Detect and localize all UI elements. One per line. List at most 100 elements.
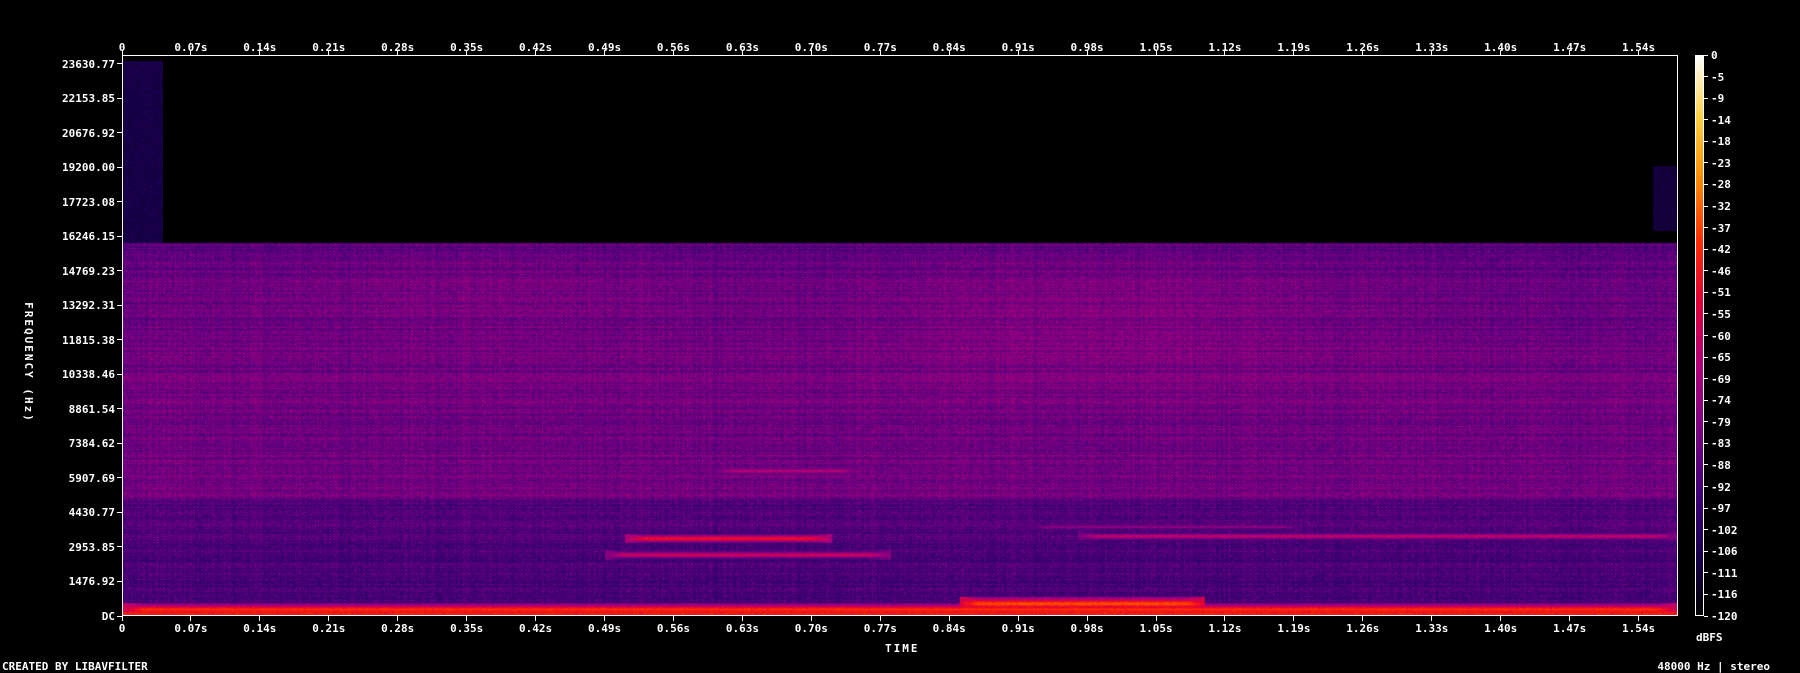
y-tick-label: 14769.23 [62, 264, 115, 278]
x-tick-label-bottom: 0.28s [381, 622, 415, 635]
y-tick-mark [117, 477, 122, 479]
colorbar-tick-label: -28 [1711, 178, 1731, 192]
x-tick-label-top: 1.33s [1415, 41, 1449, 54]
colorbar-title: dBFS [1696, 631, 1723, 644]
x-tick-label-top: 0.77s [863, 41, 897, 54]
colorbar-tick-label: -32 [1711, 200, 1731, 214]
colorbar-tick-label: -83 [1711, 437, 1731, 451]
x-tick-mark-bottom [121, 616, 123, 621]
spectrogram-plot [122, 55, 1678, 616]
colorbar-tick-label: -60 [1711, 329, 1731, 343]
colorbar-tick-mark [1704, 378, 1708, 380]
y-tick-label: 17723.08 [62, 195, 115, 209]
y-tick-mark [117, 304, 122, 306]
x-tick-label-bottom: 1.33s [1415, 622, 1449, 635]
colorbar-tick-mark [1704, 399, 1708, 401]
colorbar-tick-mark [1704, 421, 1708, 423]
colorbar-tick-mark [1704, 593, 1708, 595]
colorbar-tick-label: -14 [1711, 113, 1731, 127]
x-tick-label-bottom: 0.56s [656, 622, 691, 635]
x-tick-mark-bottom [1362, 616, 1364, 621]
y-tick-mark [117, 201, 122, 203]
y-tick-mark [117, 373, 122, 375]
x-tick-mark-bottom [741, 616, 743, 621]
y-tick-label: DC [101, 610, 115, 623]
y-axis-title: FREQUENCY (Hz) [21, 302, 35, 423]
colorbar-tick-label: -37 [1711, 221, 1731, 235]
x-tick-mark-bottom [672, 616, 674, 621]
colorbar-tick-mark [1704, 162, 1708, 164]
y-tick-mark [117, 166, 122, 168]
spectrogram-heatmap [123, 56, 1677, 615]
y-tick-mark [117, 132, 122, 134]
colorbar-tick-mark [1704, 529, 1708, 531]
colorbar-tick-mark [1704, 615, 1708, 617]
x-tick-mark-bottom [1017, 616, 1019, 621]
colorbar-tick-label: -111 [1711, 566, 1738, 580]
x-tick-label-top: 0.07s [174, 41, 208, 54]
x-tick-label-bottom: 0.07s [174, 622, 208, 635]
x-tick-mark-bottom [1500, 616, 1502, 621]
footer-credit: CREATED BY LIBAVFILTER [2, 660, 148, 673]
x-tick-mark-bottom [1293, 616, 1295, 621]
x-tick-label-top: 0.98s [1070, 41, 1104, 54]
x-tick-label-top: 0.56s [656, 41, 691, 54]
colorbar-tick-mark [1704, 486, 1708, 488]
x-tick-label-top: 0.21s [312, 41, 346, 54]
y-tick-mark [117, 97, 122, 99]
y-tick-mark [117, 270, 122, 272]
colorbar-tick-label: -65 [1711, 351, 1731, 365]
x-tick-label-bottom: 0.42s [519, 622, 553, 635]
y-tick-label: 23630.77 [62, 57, 115, 71]
x-tick-label-bottom: 0.14s [243, 622, 277, 635]
x-tick-label-bottom: 1.19s [1277, 622, 1311, 635]
y-tick-label: 2953.85 [68, 540, 115, 554]
colorbar-tick-label: 0 [1711, 49, 1718, 62]
x-tick-label-bottom: 1.05s [1139, 622, 1173, 635]
colorbar-tick-mark [1704, 356, 1708, 358]
x-tick-mark-bottom [1569, 616, 1571, 621]
y-tick-mark [117, 546, 122, 548]
x-tick-label-bottom: 1.40s [1484, 622, 1518, 635]
colorbar-tick-label: -79 [1711, 415, 1731, 429]
x-tick-label-top: 1.19s [1277, 41, 1311, 54]
colorbar-tick-label: -69 [1711, 372, 1731, 386]
x-tick-label-top: 1.54s [1622, 41, 1656, 54]
x-tick-label-top: 1.12s [1208, 41, 1242, 54]
colorbar-tick-mark [1704, 248, 1708, 250]
y-tick-mark [117, 235, 122, 237]
y-tick-label: 16246.15 [62, 230, 115, 244]
colorbar-tick-mark [1704, 291, 1708, 293]
x-tick-label-bottom: 0.84s [932, 622, 966, 635]
colorbar-tick-label: -23 [1711, 156, 1731, 170]
colorbar-tick-mark [1704, 507, 1708, 509]
x-tick-label-top: 0.42s [519, 41, 553, 54]
x-tick-mark-bottom [1431, 616, 1433, 621]
colorbar-tick-label: -92 [1711, 480, 1731, 494]
x-tick-label-top: 0.28s [381, 41, 415, 54]
colorbar-tick-mark [1704, 119, 1708, 121]
y-tick-label: 20676.92 [62, 126, 115, 140]
y-tick-label: 1476.92 [68, 575, 115, 589]
colorbar-tick-mark [1704, 270, 1708, 272]
colorbar-tick-label: -102 [1711, 523, 1738, 537]
x-tick-mark-bottom [397, 616, 399, 621]
colorbar-tick-label: -97 [1711, 502, 1731, 516]
x-tick-mark-bottom [1155, 616, 1157, 621]
x-tick-mark-bottom [879, 616, 881, 621]
x-tick-mark-bottom [466, 616, 468, 621]
colorbar-tick-label: -42 [1711, 243, 1731, 257]
colorbar [1695, 55, 1704, 616]
x-tick-mark-bottom [535, 616, 537, 621]
colorbar-tick-mark [1704, 227, 1708, 229]
colorbar-tick-mark [1704, 313, 1708, 315]
colorbar-tick-label: -88 [1711, 458, 1731, 472]
x-tick-mark-bottom [259, 616, 261, 621]
colorbar-tick-mark [1704, 550, 1708, 552]
x-tick-mark-bottom [1224, 616, 1226, 621]
x-tick-label-top: 0.84s [932, 41, 966, 54]
x-tick-label-bottom: 0.49s [587, 622, 622, 635]
colorbar-tick-label: -5 [1711, 70, 1725, 84]
x-tick-mark-bottom [190, 616, 192, 621]
x-tick-label-top: 0.91s [1001, 41, 1035, 54]
